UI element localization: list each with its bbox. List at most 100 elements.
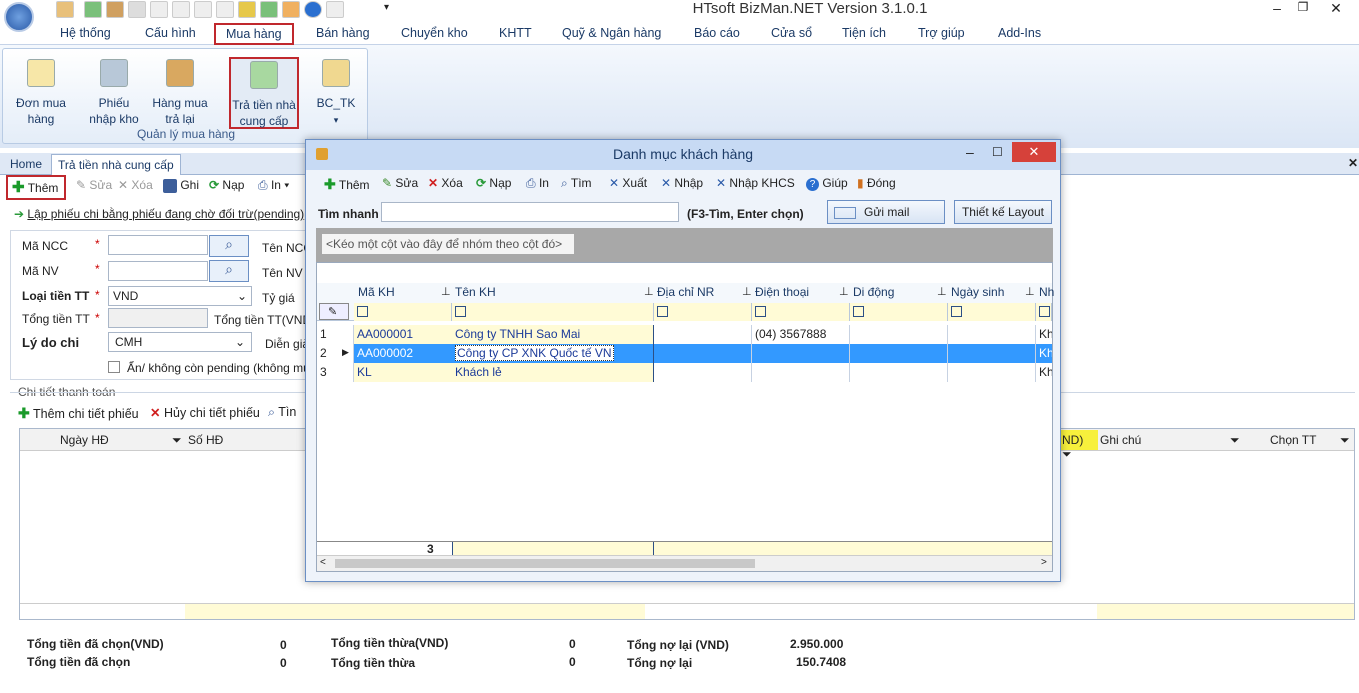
thiet-ke-layout-button[interactable]: Thiết kế Layout xyxy=(954,200,1052,224)
menu-khtt[interactable]: KHTT xyxy=(499,26,532,40)
pending-link[interactable]: ➔ Lập phiếu chi bằng phiếu đang chờ đối … xyxy=(14,207,304,221)
tim-button[interactable]: ⌕ Tìn xyxy=(268,405,296,420)
qat-icon[interactable] xyxy=(326,1,344,18)
table-row-selected[interactable]: 2 ▶ AA000002 Công ty CP XNK Quốc tế VN K… xyxy=(317,344,1054,363)
qat-icon[interactable] xyxy=(84,1,102,18)
qat-icon[interactable] xyxy=(56,1,74,18)
minimize-button[interactable]: – xyxy=(966,144,974,160)
menu-bao-cao[interactable]: Báo cáo xyxy=(694,26,740,40)
col-ghi-chu[interactable]: Ghi chú xyxy=(1100,433,1141,447)
pin-icon[interactable]: ⊥ xyxy=(441,285,451,298)
col-nd[interactable]: ND) ⏷ xyxy=(1060,430,1098,461)
qat-icon[interactable] xyxy=(128,1,146,18)
huy-chi-tiet-button[interactable]: ✕ Hủy chi tiết phiếu xyxy=(150,405,260,420)
group-panel[interactable]: <Kéo một cột vào đây để nhóm theo cột đó… xyxy=(316,228,1053,262)
dlg-giup-button[interactable]: ? Giúp xyxy=(806,176,848,191)
qat-icon[interactable] xyxy=(282,1,300,18)
dlg-xuat-button[interactable]: ✕ Xuất xyxy=(609,176,647,190)
close-tab-icon[interactable]: ✕ xyxy=(1348,156,1358,170)
them-chi-tiet-button[interactable]: ✚ Thêm chi tiết phiếu xyxy=(18,405,139,422)
table-row[interactable]: 1 AA000001 Công ty TNHH Sao Mai (04) 356… xyxy=(317,325,1054,344)
dlg-nap-button[interactable]: ⟳ Nạp xyxy=(476,176,511,190)
loai-tien-select[interactable]: VND ⌄ xyxy=(108,286,252,306)
filter-cell[interactable] xyxy=(850,303,948,321)
tab-home[interactable]: Home xyxy=(4,154,48,175)
qat-icon[interactable] xyxy=(194,1,212,18)
filter-cell[interactable] xyxy=(1036,303,1052,321)
dlg-nhap-khcs-button[interactable]: ✕ Nhập KHCS xyxy=(716,176,795,190)
col-ngay-hd[interactable]: Ngày HĐ xyxy=(60,433,109,447)
search-nv-button[interactable]: ⌕ xyxy=(209,260,249,282)
ma-ncc-input[interactable] xyxy=(108,235,208,255)
minimize-button[interactable]: – xyxy=(1264,0,1290,18)
menu-cua-so[interactable]: Cửa sổ xyxy=(771,26,812,40)
qat-icon[interactable] xyxy=(106,1,124,18)
col-ten-kh[interactable]: Tên KH xyxy=(451,283,496,302)
menu-chuyen-kho[interactable]: Chuyển kho xyxy=(401,26,468,40)
tra-tien-nha-cung-cap-button[interactable]: Trả tiền nhà cung cấp xyxy=(229,57,299,129)
qat-icon[interactable] xyxy=(216,1,234,18)
pin-icon[interactable]: ⊥ xyxy=(1025,285,1035,298)
scroll-thumb[interactable] xyxy=(335,559,755,568)
col-ngay-sinh[interactable]: Ngày sinh xyxy=(947,283,1004,302)
menu-mua-hang[interactable]: Mua hàng xyxy=(214,23,294,45)
menu-ban-hang[interactable]: Bán hàng xyxy=(316,26,370,40)
menu-quy-ngan-hang[interactable]: Quỹ & Ngân hàng xyxy=(562,26,661,40)
close-button[interactable]: ✕ xyxy=(1012,142,1056,162)
filter-icon[interactable]: ⏷ xyxy=(1340,433,1350,448)
app-orb-icon[interactable] xyxy=(4,2,34,32)
qat-icon[interactable] xyxy=(150,1,168,18)
menu-cau-hinh[interactable]: Cấu hình xyxy=(145,26,196,40)
dlg-them-button[interactable]: ✚ Thêm xyxy=(324,176,370,193)
ly-do-select[interactable]: CMH ⌄ xyxy=(108,332,252,352)
pin-icon[interactable]: ⊥ xyxy=(937,285,947,298)
col-dia-chi[interactable]: Địa chỉ NR xyxy=(653,283,714,302)
col-dien-thoai[interactable]: Điện thoại xyxy=(751,283,809,302)
search-ncc-button[interactable]: ⌕ xyxy=(209,235,249,257)
ma-nv-input[interactable] xyxy=(108,261,208,281)
col-chon-tt[interactable]: Chọn TT xyxy=(1270,433,1316,447)
filter-cell[interactable] xyxy=(948,303,1036,321)
close-button[interactable]: ✕ xyxy=(1316,0,1356,18)
sua-button[interactable]: ✎ Sửa xyxy=(76,178,112,192)
dlg-xoa-button[interactable]: ✕ Xóa xyxy=(428,176,463,190)
menu-he-thong[interactable]: Hệ thống xyxy=(60,26,111,40)
table-row[interactable]: 3 KL Khách lẻ Kh xyxy=(317,363,1054,382)
dlg-sua-button[interactable]: ✎ Sửa xyxy=(382,176,418,190)
horizontal-scrollbar[interactable]: < > xyxy=(317,555,1052,571)
tim-nhanh-input[interactable] xyxy=(381,202,679,222)
col-ma-kh[interactable]: Mã KH xyxy=(354,283,395,302)
tab-tra-tien-nha-cung-cap[interactable]: Trả tiền nhà cung cấp xyxy=(51,154,181,175)
ghi-button[interactable]: Ghi xyxy=(163,178,199,193)
qat-icon[interactable] xyxy=(260,1,278,18)
scroll-left-icon[interactable]: < xyxy=(320,557,326,568)
an-pending-checkbox[interactable] xyxy=(108,361,120,373)
tong-tien-input[interactable] xyxy=(108,308,208,328)
menu-tro-giup[interactable]: Trợ giúp xyxy=(918,26,965,40)
pin-icon[interactable]: ⊥ xyxy=(839,285,849,298)
nap-button[interactable]: ⟳ Nạp xyxy=(209,178,244,192)
filter-icon[interactable]: ⏷ xyxy=(172,433,182,448)
filter-cell[interactable] xyxy=(354,303,452,321)
col-di-dong[interactable]: Di động xyxy=(849,283,894,302)
filter-editor-button[interactable]: ✎ xyxy=(319,303,349,320)
menu-add-ins[interactable]: Add-Ins xyxy=(998,26,1041,40)
qat-help-icon[interactable] xyxy=(304,1,322,18)
maximize-button[interactable]: ☐ xyxy=(992,145,1003,159)
restore-button[interactable]: ❐ xyxy=(1290,0,1316,18)
filter-cell[interactable] xyxy=(654,303,752,321)
dlg-dong-button[interactable]: ▮ Đóng xyxy=(857,176,896,190)
menu-tien-ich[interactable]: Tiện ích xyxy=(842,26,886,40)
them-button[interactable]: ✚ Thêm xyxy=(6,175,67,200)
scroll-right-icon[interactable]: > xyxy=(1041,557,1047,568)
qat-dropdown-icon[interactable]: ▾ xyxy=(384,2,389,13)
filter-cell[interactable] xyxy=(452,303,654,321)
xoa-button[interactable]: ✕ Xóa xyxy=(118,178,153,192)
gui-mail-button[interactable]: Gửi mail xyxy=(827,200,945,224)
col-nh[interactable]: Nh xyxy=(1035,283,1054,302)
dlg-nhap-button[interactable]: ✕ Nhập xyxy=(661,176,703,190)
dlg-tim-button[interactable]: ⌕ Tìm xyxy=(561,176,592,191)
in-button[interactable]: ⎙ In ▾ xyxy=(258,178,289,193)
bc-tk-button[interactable]: BC_TK ▾ xyxy=(309,59,363,128)
hang-mua-tra-lai-button[interactable]: Hàng mua trả lại xyxy=(147,59,213,127)
